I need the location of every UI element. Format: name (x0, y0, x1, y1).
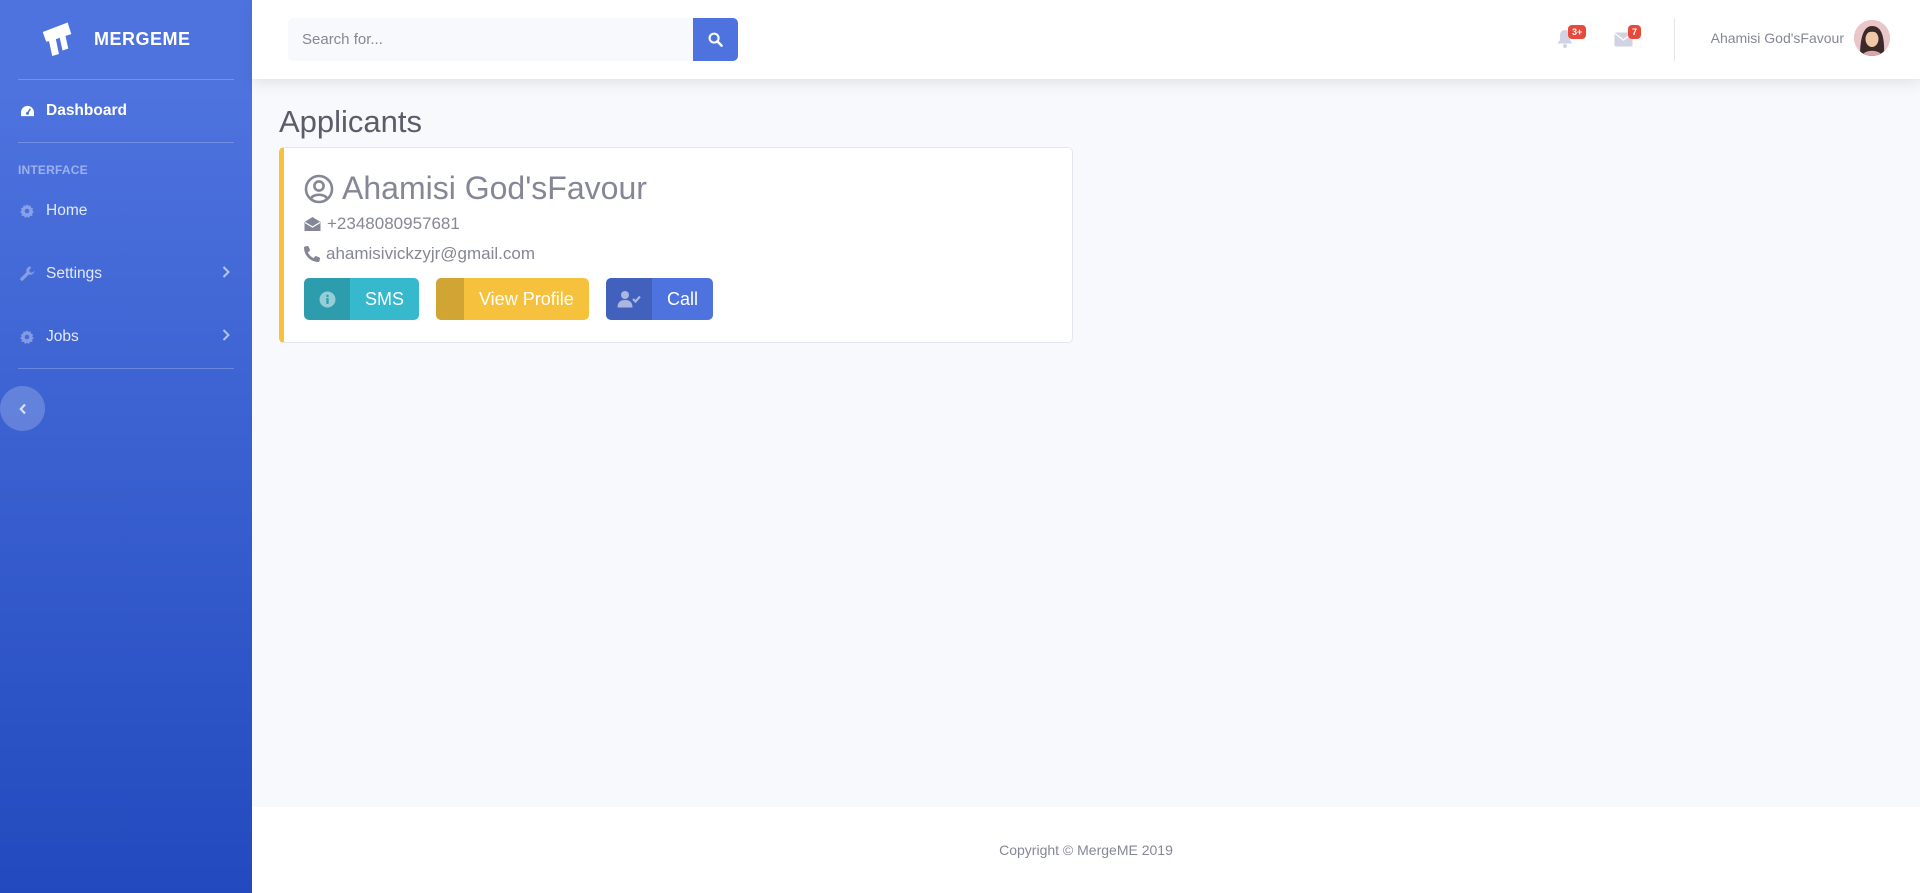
gear-icon (18, 328, 36, 346)
topbar: 3+ 7 Ahamisi God'sFavour (252, 0, 1920, 79)
view-profile-button[interactable]: View Profile (436, 278, 589, 320)
phone-icon (304, 246, 320, 262)
sidebar-item-label: Dashboard (46, 102, 127, 119)
topbar-divider (1674, 18, 1675, 61)
sidebar-toggle-button[interactable] (0, 386, 45, 431)
view-profile-icon-slot (436, 278, 464, 320)
sidebar-item-home[interactable]: Home (0, 179, 252, 242)
avatar (1854, 20, 1890, 56)
sidebar-item-label: Home (46, 201, 88, 219)
chevron-right-icon (222, 328, 230, 346)
search-icon (708, 32, 723, 47)
search-input[interactable] (288, 18, 693, 61)
applicant-name-text: Ahamisi God'sFavour (342, 170, 647, 206)
footer: Copyright © MergeME 2019 (252, 807, 1920, 893)
chevron-right-icon (222, 265, 230, 283)
wrench-icon (18, 265, 36, 283)
applicant-name: Ahamisi God'sFavour (304, 170, 647, 207)
call-button-label: Call (667, 288, 699, 309)
user-circle-icon (304, 174, 334, 204)
messages-button[interactable]: 7 (1614, 25, 1642, 49)
sidebar-item-settings[interactable]: Settings (0, 242, 252, 305)
envelope-open-icon (304, 216, 321, 232)
sidebar-item-label: Settings (46, 264, 103, 282)
user-check-icon (606, 278, 652, 320)
user-dropdown[interactable]: Ahamisi God'sFavour (1711, 20, 1890, 56)
chevron-left-icon (18, 403, 26, 414)
info-circle-icon (304, 278, 350, 320)
sms-button-label: SMS (365, 288, 405, 309)
brand-logo-icon (42, 21, 72, 56)
applicant-email: ahamisivickzyjr@gmail.com (304, 244, 535, 264)
sidebar-item-dashboard[interactable]: Dashboard (0, 80, 252, 142)
copyright-text: Copyright © MergeME 2019 (999, 842, 1173, 858)
applicant-phone: +2348080957681 (304, 214, 460, 234)
applicant-card: Ahamisi God'sFavour +2348080957681 ahami… (279, 147, 1073, 343)
sidebar-heading: INTERFACE (18, 163, 88, 177)
view-profile-button-label: View Profile (479, 288, 574, 309)
search-group (288, 18, 738, 61)
gear-icon (18, 202, 36, 220)
sidebar: MERGEME Dashboard INTERFACE Home Setting… (0, 0, 252, 893)
applicant-phone-text: +2348080957681 (327, 214, 460, 233)
tachometer-icon (18, 102, 36, 120)
brand-name: MERGEME (94, 29, 191, 49)
user-name: Ahamisi God'sFavour (1710, 30, 1844, 46)
page-title: Applicants (279, 104, 423, 139)
sms-button[interactable]: SMS (304, 278, 420, 320)
search-button[interactable] (693, 18, 738, 61)
applicant-email-text: ahamisivickzyjr@gmail.com (326, 244, 536, 263)
sidebar-divider (18, 368, 234, 369)
brand[interactable]: MERGEME (0, 0, 252, 79)
sidebar-item-label: Jobs (46, 327, 79, 345)
messages-count-badge: 7 (1628, 25, 1642, 39)
sidebar-item-jobs[interactable]: Jobs (0, 305, 252, 368)
alerts-button[interactable]: 3+ (1556, 25, 1587, 49)
alerts-count-badge: 3+ (1568, 25, 1587, 39)
call-button[interactable]: Call (606, 278, 714, 320)
